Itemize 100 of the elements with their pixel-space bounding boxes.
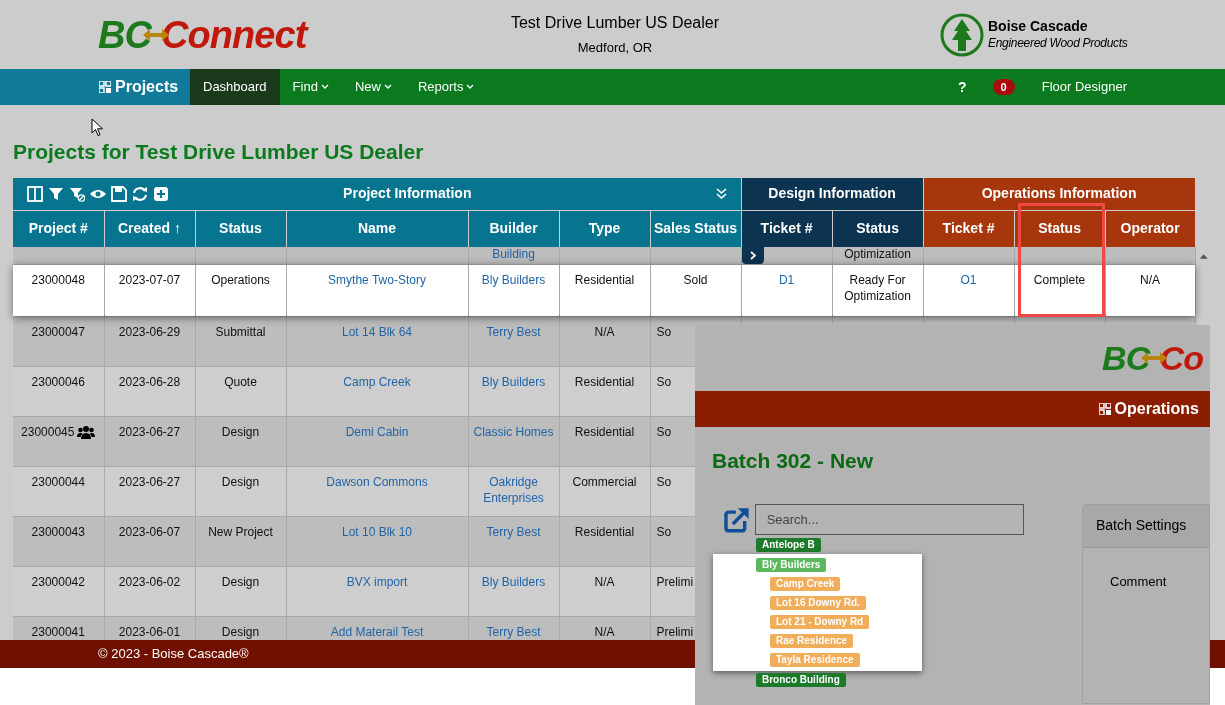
table-link[interactable]: Smythe Two-Story <box>286 264 468 288</box>
field-label: Comment <box>1110 572 1168 591</box>
table-link[interactable]: Lot 14 Blk 64 <box>286 316 468 340</box>
search-field[interactable]: Search... <box>754 503 1024 535</box>
panel-title: Batch Settings <box>1096 516 1187 535</box>
table-cell-text: Ready For Optimization <box>843 271 912 304</box>
table-cell-text: Quote <box>223 373 258 390</box>
caret-icon <box>320 84 329 90</box>
dealer-location: Medford, OR <box>577 39 653 58</box>
page-title: Projects for Test Drive Lumber US Dealer <box>13 139 425 165</box>
nav-menu-item[interactable]: Find <box>279 69 342 105</box>
table-cell-text: 2023-06-28 <box>117 373 182 390</box>
table-cell-text: 2023-07-07 <box>117 271 182 288</box>
section-title[interactable]: Operations <box>1098 397 1199 421</box>
table-cell-text: So <box>655 523 673 540</box>
save-icon[interactable] <box>111 185 127 202</box>
table-cell-text: So <box>655 473 673 490</box>
tree-logo-icon <box>940 12 984 57</box>
table-cell-text: Residential <box>573 423 636 440</box>
table-cell-text: 2023-06-01 <box>117 623 182 640</box>
column-header[interactable]: Type <box>559 210 650 247</box>
help-button[interactable]: ? <box>956 76 969 98</box>
table-cell-text: Operations <box>210 271 271 288</box>
table-cell-text: Prelimi <box>655 573 695 590</box>
column-header[interactable]: Ticket # <box>741 210 833 247</box>
partial-table-cell[interactable]: Building <box>468 246 559 264</box>
table-cell-text: N/A <box>593 573 616 590</box>
table-cell-text: 2023-06-27 <box>117 423 182 440</box>
column-header[interactable]: Name <box>286 210 468 247</box>
table-cell-text: 23000041 <box>30 623 86 640</box>
filter-clear-icon[interactable] <box>69 185 85 202</box>
nav-menu-item[interactable]: New <box>341 69 405 105</box>
table-cell-text: 23000048 <box>30 271 86 288</box>
column-header[interactable]: Ticket # <box>923 210 1015 247</box>
tree-item[interactable]: Bronco Building <box>756 672 846 687</box>
table-link[interactable]: Terry Best <box>468 616 559 640</box>
table-cell-text: Residential <box>573 373 636 390</box>
batch-title: Batch 302 - New <box>712 448 875 474</box>
table-cell-text: Residential <box>573 271 636 288</box>
partial-table-cell-text: Optimization <box>843 246 912 263</box>
refresh-icon[interactable] <box>132 185 148 202</box>
table-cell-text: 23000046 <box>30 373 86 390</box>
column-header[interactable]: Sales Status <box>650 210 742 247</box>
table-link[interactable]: Bly Builders <box>468 566 559 590</box>
column-header[interactable]: Status <box>832 210 924 247</box>
dealer-name: Test Drive Lumber US Dealer <box>510 13 720 34</box>
external-link-icon <box>724 505 750 533</box>
table-cell-text: Submittal <box>214 323 267 340</box>
user-menu[interactable]: Floor Designer <box>1041 69 1127 105</box>
table-cell-text: So <box>655 373 673 390</box>
table-link[interactable]: Dawson Commons <box>286 466 468 490</box>
table-cell-text: 23000042 <box>30 573 86 590</box>
table-cell-text: Design <box>220 623 261 640</box>
table-link[interactable]: Terry Best <box>468 516 559 540</box>
group-icon <box>77 424 96 439</box>
double-chevron-icon[interactable] <box>715 188 727 200</box>
table-cell-text: 23000044 <box>30 473 86 490</box>
column-header[interactable]: Operator <box>1105 210 1196 247</box>
table-cell-text: Design <box>220 423 261 440</box>
grid-icon <box>1098 403 1111 415</box>
filter-icon[interactable] <box>48 185 64 202</box>
notification-count[interactable]: 0 <box>992 79 1015 95</box>
table-cell-text: 23000047 <box>30 323 86 340</box>
copyright-text: © 2023 - Boise Cascade® <box>98 645 249 664</box>
table-link[interactable]: Classic Homes <box>468 416 559 440</box>
table-link[interactable]: Oakridge Enterprises <box>468 466 559 506</box>
bcconnect-logo: BC Connect <box>98 15 310 54</box>
table-link[interactable]: Terry Best <box>468 316 559 340</box>
table-cell-text: 23000043 <box>30 523 86 540</box>
table-link[interactable]: Camp Creek <box>286 366 468 390</box>
column-header[interactable]: Created ↑ <box>104 210 195 247</box>
table-cell-text: Commercial <box>571 473 638 490</box>
grid-icon <box>99 81 111 93</box>
table-link[interactable]: Bly Builders <box>468 366 559 390</box>
column-header[interactable]: Status <box>195 210 286 247</box>
table-cell-text: Residential <box>573 523 636 540</box>
table-link[interactable]: Bly Builders <box>468 264 559 288</box>
columns-icon[interactable] <box>27 185 43 202</box>
column-group-header: Operations Information <box>923 177 1196 211</box>
tree-item[interactable]: Antelope B <box>756 537 821 552</box>
add-icon[interactable] <box>153 185 169 202</box>
table-cell-text: New Project <box>207 523 274 540</box>
table-link[interactable]: BVX import <box>286 566 468 590</box>
table-cell-text: 2023-06-02 <box>117 573 182 590</box>
column-header[interactable]: Project # <box>13 210 104 247</box>
nav-menu-item[interactable]: Reports <box>404 69 488 105</box>
column-group-title: Project Information <box>342 184 473 204</box>
table-cell-text: So <box>655 423 673 440</box>
table-link[interactable]: D1 <box>741 264 832 288</box>
brand-tagline: Engineered Wood Products <box>988 35 1128 51</box>
table-cell-text: 2023-06-07 <box>117 523 182 540</box>
table-cell-text: Design <box>220 573 261 590</box>
table-link[interactable]: Lot 10 Blk 10 <box>286 516 468 540</box>
table-cell-text: Sold <box>682 271 709 288</box>
table-link[interactable]: Add Materail Test <box>286 616 468 640</box>
table-link[interactable]: Demi Cabin <box>286 416 468 440</box>
column-group-header: Design Information <box>741 177 924 211</box>
table-link[interactable]: O1 <box>923 264 1014 288</box>
nav-menu-item[interactable]: Dashboard <box>190 69 280 105</box>
column-header[interactable]: Builder <box>468 210 559 247</box>
